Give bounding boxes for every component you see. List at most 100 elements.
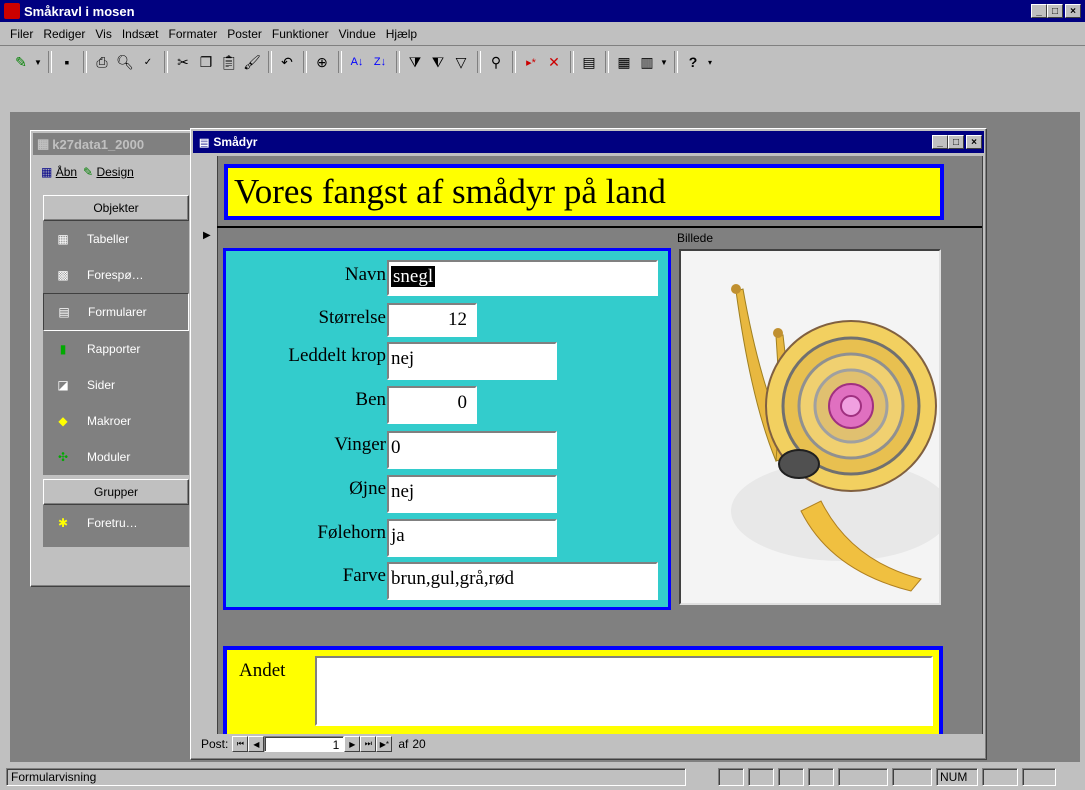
nav-item-formularer[interactable]: ▤ Formularer bbox=[43, 293, 189, 331]
nav-item-sider[interactable]: ◪ Sider bbox=[43, 367, 189, 403]
picture-label: Billede bbox=[677, 231, 714, 245]
copy-icon[interactable]: ❐ bbox=[195, 51, 217, 73]
record-navigation: Post: ⏮ ◀ 1 ▶ ⏭ ▶* af 20 bbox=[197, 734, 982, 754]
picture-frame[interactable] bbox=[679, 249, 941, 605]
last-record-button[interactable]: ⏭ bbox=[360, 736, 377, 752]
database-icon: ▦ bbox=[37, 136, 50, 151]
previous-record-button[interactable]: ◀ bbox=[248, 736, 265, 752]
status-cell bbox=[1022, 768, 1056, 786]
first-record-button[interactable]: ⏮ bbox=[232, 736, 249, 752]
open-button[interactable]: ▦ Åbn bbox=[41, 165, 77, 179]
nav-item-rapporter[interactable]: ▮ Rapporter bbox=[43, 331, 189, 367]
form-header-title: Vores fangst af smådyr på land bbox=[234, 172, 666, 211]
minimize-icon[interactable]: _ bbox=[1031, 4, 1047, 18]
nav-item-makroer[interactable]: ◆ Makroer bbox=[43, 403, 189, 439]
close-icon[interactable]: × bbox=[1065, 4, 1081, 18]
report-icon: ▮ bbox=[59, 342, 67, 356]
oejne-value: nej bbox=[391, 481, 415, 502]
menu-item-vindue[interactable]: Vindue bbox=[339, 27, 376, 41]
database-window-icon[interactable]: ▦ bbox=[613, 51, 635, 73]
database-window-titlebar[interactable]: ▦ k27data1_2000 bbox=[33, 133, 191, 155]
menu-item-hjaelp[interactable]: Hjælp bbox=[386, 27, 417, 41]
nav-item-moduler[interactable]: ✣ Moduler bbox=[43, 439, 189, 475]
sort-ascending-icon[interactable]: A↓ bbox=[346, 51, 368, 73]
view-icon[interactable]: ✎ bbox=[10, 51, 32, 73]
menu-item-funktioner[interactable]: Funktioner bbox=[272, 27, 329, 41]
apply-filter-icon[interactable]: ▽ bbox=[450, 51, 472, 73]
navn-field[interactable]: snegl bbox=[387, 260, 658, 296]
minimize-icon[interactable]: _ bbox=[932, 135, 948, 149]
query-icon: ▩ bbox=[57, 268, 69, 282]
maximize-icon[interactable]: □ bbox=[948, 135, 964, 149]
form-body: ▶ Vores fangst af smådyr på land Billede… bbox=[197, 156, 983, 740]
print-preview-icon[interactable]: 🔍︎ bbox=[114, 51, 136, 73]
other-field[interactable] bbox=[315, 656, 933, 726]
menu-item-formater[interactable]: Formater bbox=[169, 27, 218, 41]
new-record-button[interactable]: ▶* bbox=[376, 736, 393, 752]
field-label-foelehorn: Følehorn bbox=[317, 522, 386, 543]
next-record-button[interactable]: ▶ bbox=[344, 736, 361, 752]
nav-item-foretrukne[interactable]: ✱ Foretru… bbox=[43, 505, 189, 541]
menu-item-poster[interactable]: Poster bbox=[227, 27, 262, 41]
undo-icon[interactable]: ↶ bbox=[276, 51, 298, 73]
filter-selection-icon[interactable]: ⧩ bbox=[404, 51, 426, 73]
form-window[interactable]: ▤ Smådyr _ □ × ▶ Vores fangst af smådyr … bbox=[190, 128, 987, 760]
menu-item-indsaet[interactable]: Indsæt bbox=[122, 27, 159, 41]
record-number-input[interactable]: 1 bbox=[264, 736, 345, 752]
filter-form-icon[interactable]: ⧨ bbox=[427, 51, 449, 73]
field-label-vinger: Vinger bbox=[334, 434, 386, 455]
database-window-title: k27data1_2000 bbox=[52, 136, 145, 152]
form-window-titlebar[interactable]: ▤ Smådyr _ □ × bbox=[193, 131, 984, 153]
status-cell bbox=[892, 768, 932, 786]
ben-field[interactable]: 0 bbox=[387, 386, 477, 424]
page-icon: ◪ bbox=[57, 378, 69, 392]
ben-value: 0 bbox=[457, 392, 468, 413]
vinger-value: 0 bbox=[391, 437, 401, 458]
menu-item-filer[interactable]: Filer bbox=[10, 27, 33, 41]
record-selector[interactable]: ▶ bbox=[197, 156, 218, 734]
leddelt-krop-value: nej bbox=[391, 348, 415, 369]
sort-descending-icon[interactable]: Z↓ bbox=[369, 51, 391, 73]
form-header: Vores fangst af smådyr på land bbox=[224, 164, 944, 220]
groups-header[interactable]: Grupper bbox=[43, 479, 189, 505]
paste-icon[interactable]: 📋︎ bbox=[218, 51, 240, 73]
table-icon: ▦ bbox=[57, 232, 69, 246]
database-window[interactable]: ▦ k27data1_2000 ▦ Åbn ✎ Design Objekter … bbox=[30, 130, 194, 587]
status-bar: Formularvisning NUM bbox=[0, 766, 1085, 790]
stoerrelse-field[interactable]: 12 bbox=[387, 303, 477, 337]
nav-item-tabeller[interactable]: ▦ Tabeller bbox=[43, 221, 189, 257]
new-record-icon[interactable]: ▸* bbox=[520, 51, 542, 73]
oejne-field[interactable]: nej bbox=[387, 475, 557, 513]
app-titlebar[interactable]: Småkravl i mosen _ □ × bbox=[0, 0, 1085, 22]
menu-item-rediger[interactable]: Rediger bbox=[43, 27, 85, 41]
hyperlink-icon[interactable]: ⊕ bbox=[311, 51, 333, 73]
dropdown-icon[interactable]: ▾ bbox=[705, 51, 715, 73]
menu-item-vis[interactable]: Vis bbox=[95, 27, 111, 41]
dropdown-icon[interactable]: ▼ bbox=[659, 51, 669, 73]
field-label-ben: Ben bbox=[355, 389, 386, 410]
maximize-icon[interactable]: □ bbox=[1047, 4, 1063, 18]
vinger-field[interactable]: 0 bbox=[387, 431, 557, 469]
design-icon: ✎ bbox=[83, 165, 94, 179]
leddelt-krop-field[interactable]: nej bbox=[387, 342, 557, 380]
close-icon[interactable]: × bbox=[966, 135, 982, 149]
spelling-icon[interactable]: ✓ bbox=[137, 51, 159, 73]
foelehorn-field[interactable]: ja bbox=[387, 519, 557, 557]
help-icon[interactable]: ? bbox=[682, 51, 704, 73]
delete-record-icon[interactable]: ✕ bbox=[543, 51, 565, 73]
objects-header[interactable]: Objekter bbox=[43, 195, 189, 221]
print-icon[interactable]: ⎙ bbox=[91, 51, 113, 73]
save-icon[interactable]: ▪ bbox=[56, 51, 78, 73]
farve-field[interactable]: brun,gul,grå,rød bbox=[387, 562, 658, 600]
status-cell bbox=[838, 768, 888, 786]
nav-item-forespoergsler[interactable]: ▩ Forespø… bbox=[43, 257, 189, 293]
cut-icon[interactable]: ✂ bbox=[172, 51, 194, 73]
dropdown-icon[interactable]: ▼ bbox=[33, 51, 43, 73]
find-icon[interactable]: ⚲ bbox=[485, 51, 507, 73]
new-object-icon[interactable]: ▥ bbox=[636, 51, 658, 73]
design-button[interactable]: ✎ Design bbox=[83, 165, 134, 179]
status-cell bbox=[808, 768, 834, 786]
properties-icon[interactable]: ▤ bbox=[578, 51, 600, 73]
format-painter-icon[interactable]: 🖌︎ bbox=[241, 51, 263, 73]
field-label-farve: Farve bbox=[342, 565, 386, 586]
